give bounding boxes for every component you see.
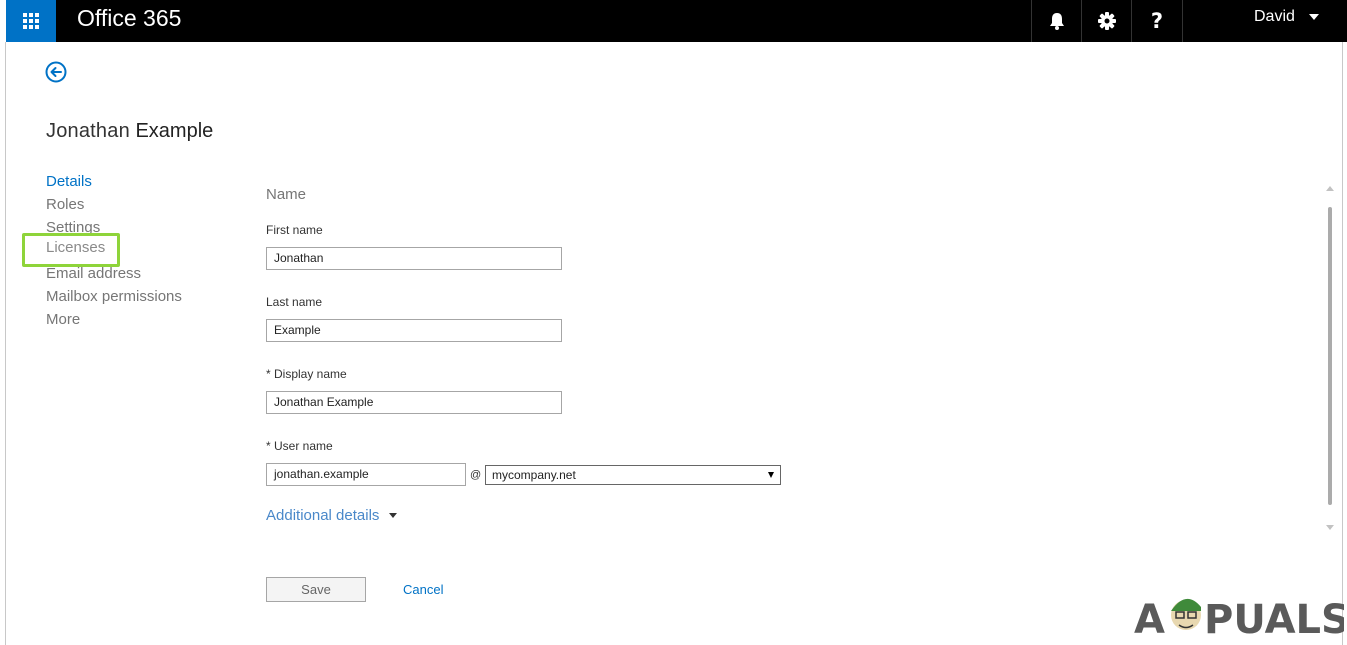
- at-symbol: @: [470, 469, 482, 481]
- watermark-mascot-icon: [1171, 598, 1201, 630]
- first-name-label: First name: [266, 223, 323, 237]
- nav-item-roles[interactable]: Roles: [46, 193, 182, 216]
- domain-select[interactable]: mycompany.net: [485, 465, 781, 485]
- user-name: David: [1254, 8, 1295, 25]
- caret-down-icon: [389, 513, 398, 518]
- bell-icon: [1050, 13, 1064, 30]
- scrollbar-thumb[interactable]: [1328, 207, 1332, 505]
- window-border-right: [1342, 42, 1343, 645]
- gear-icon: [1098, 12, 1116, 30]
- app-launcher-button[interactable]: [6, 0, 56, 42]
- last-name-input[interactable]: Example: [266, 319, 562, 342]
- last-name-label: Last name: [266, 295, 323, 309]
- watermark-letter-a: A: [1134, 597, 1165, 640]
- page-title-last-name: Example: [135, 120, 214, 142]
- page-title-first-name: Jonathan: [46, 120, 130, 142]
- user-name-input[interactable]: jonathan.example: [266, 463, 466, 486]
- display-name-input[interactable]: Jonathan Example: [266, 391, 562, 414]
- display-name-label: * Display name: [266, 367, 347, 381]
- additional-details-toggle[interactable]: Additional details: [266, 507, 398, 524]
- nav-item-mailbox-permissions[interactable]: Mailbox permissions: [46, 285, 182, 308]
- appuals-watermark-logo: A PUALS: [1134, 597, 1344, 640]
- chevron-down-icon: [1308, 14, 1319, 20]
- user-menu[interactable]: David: [1254, 8, 1319, 26]
- window-border-left: [5, 42, 6, 645]
- scroll-down-arrow[interactable]: [1326, 525, 1334, 530]
- nav-item-licenses[interactable]: Licenses: [46, 239, 105, 256]
- app-launcher-icon: [23, 13, 39, 29]
- page-title: Jonathan Example: [46, 120, 213, 143]
- user-name-label: * User name: [266, 439, 333, 453]
- cancel-link[interactable]: Cancel: [403, 582, 443, 597]
- settings-button[interactable]: [1081, 0, 1132, 42]
- top-navigation-bar: Office 365 ? David: [6, 0, 1347, 42]
- additional-details-label: Additional details: [266, 507, 380, 524]
- scroll-up-arrow[interactable]: [1326, 186, 1334, 191]
- app-title[interactable]: Office 365: [77, 5, 181, 31]
- back-arrow-icon[interactable]: [45, 61, 67, 83]
- notifications-button[interactable]: [1031, 0, 1082, 42]
- domain-select-value: mycompany.net: [492, 468, 576, 482]
- nav-item-details[interactable]: Details: [46, 170, 182, 193]
- section-title: Name: [266, 186, 307, 203]
- watermark-text: PUALS: [1204, 597, 1344, 640]
- nav-item-more[interactable]: More: [46, 308, 182, 331]
- help-button[interactable]: ?: [1131, 0, 1183, 42]
- first-name-input[interactable]: Jonathan: [266, 247, 562, 270]
- help-icon: ?: [1150, 9, 1164, 33]
- dropdown-arrow-icon: [768, 472, 774, 478]
- save-button[interactable]: Save: [266, 577, 366, 602]
